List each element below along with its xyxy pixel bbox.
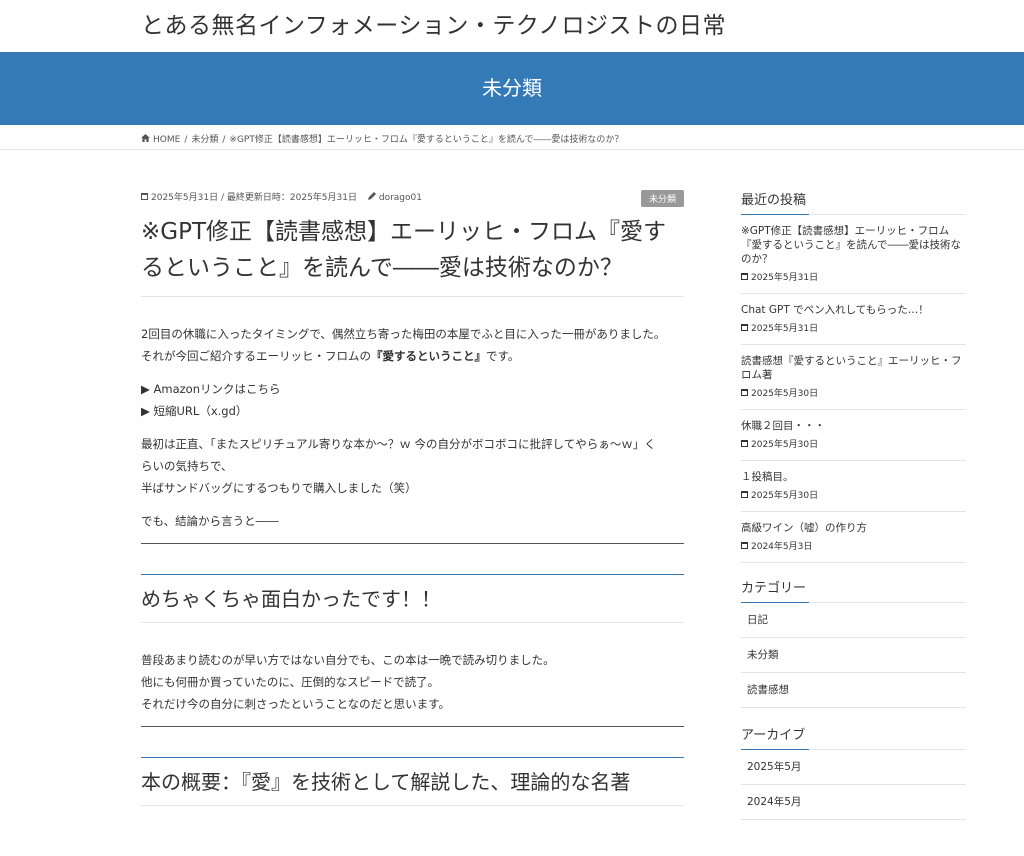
divider	[141, 726, 684, 727]
recent-post-title[interactable]: 休職２回目・・・	[741, 419, 966, 433]
amazon-link[interactable]: ▶ Amazonリンクはこちら	[141, 382, 280, 396]
section-heading: めちゃくちゃ面白かったです！！	[141, 574, 684, 623]
breadcrumb-home[interactable]: HOME	[153, 135, 180, 145]
recent-post-title[interactable]: Chat GPT でペン入れしてもらった…！	[741, 303, 966, 317]
recent-post-item[interactable]: ※GPT修正【読書感想】エーリッヒ・フロム『愛するということ』を読んで――愛は技…	[741, 215, 966, 294]
archives-list: 2025年5月 2024年5月	[741, 750, 966, 820]
archive-item[interactable]: 2024年5月	[741, 785, 966, 820]
recent-post-date: 2025年5月30日	[751, 389, 819, 399]
calendar-icon	[741, 541, 748, 551]
entry-title: ※GPT修正【読書感想】エーリッヒ・フロム『愛するということ』を読んで――愛は技…	[141, 214, 684, 297]
calendar-icon	[741, 388, 748, 398]
recent-post-item[interactable]: 高級ワイン（嘘）の作り方 2024年5月3日	[741, 512, 966, 563]
home-icon	[141, 134, 150, 144]
updated-date: 2025年5月31日	[289, 193, 357, 203]
recent-post-date: 2025年5月31日	[751, 324, 819, 334]
divider	[141, 543, 684, 544]
recent-post-title[interactable]: ※GPT修正【読書感想】エーリッヒ・フロム『愛するということ』を読んで――愛は技…	[741, 224, 966, 266]
recent-post-title[interactable]: １投稿目。	[741, 470, 966, 484]
paragraph: でも、結論から言うと――	[141, 514, 279, 528]
calendar-icon	[741, 439, 748, 449]
recent-post-date: 2025年5月30日	[751, 440, 819, 450]
archive-item[interactable]: 2025年5月	[741, 750, 966, 785]
category-item[interactable]: 日記	[741, 603, 966, 638]
breadcrumb-current: ※GPT修正【読書感想】エーリッヒ・フロム『愛するということ』を読んで――愛は技…	[229, 135, 624, 145]
category-item[interactable]: 読書感想	[741, 673, 966, 708]
paragraph: 最初は正直、「またスピリチュアル寄りな本か～？ｗ 今の自分がボコボコに批評してや…	[141, 437, 656, 495]
section-heading: 本の概要：『愛』を技術として解説した、理論的な名著	[141, 757, 684, 806]
breadcrumb: HOME / 未分類 / ※GPT修正【読書感想】エーリッヒ・フロム『愛するということ』…	[0, 125, 1024, 150]
book-title: 『愛するということ』	[371, 349, 486, 363]
recent-post-date: 2024年5月3日	[751, 542, 813, 552]
main-content: 2025年5月31日 / 最終更新日時：2025年5月31日 dorago01 …	[141, 190, 684, 832]
categories-list: 日記 未分類 読書感想	[741, 603, 966, 708]
category-badge[interactable]: 未分類	[640, 190, 684, 207]
calendar-icon	[141, 192, 148, 202]
sidebar: 最近の投稿 ※GPT修正【読書感想】エーリッヒ・フロム『愛するということ』を読ん…	[741, 189, 966, 836]
recent-post-title[interactable]: 読書感想『愛するということ』エーリッヒ・フロム著	[741, 354, 966, 382]
recent-post-date: 2025年5月30日	[751, 491, 819, 501]
breadcrumb-category[interactable]: 未分類	[191, 135, 218, 145]
recent-post-item[interactable]: Chat GPT でペン入れしてもらった…！ 2025年5月31日	[741, 294, 966, 345]
recent-post-item[interactable]: 休職２回目・・・ 2025年5月30日	[741, 410, 966, 461]
entry-body: 2回目の休職に入ったタイミングで、偶然立ち寄った梅田の本屋でふと目に入った一冊が…	[141, 323, 684, 806]
site-header: とある無名インフォメーション・テクノロジストの日常	[0, 0, 1024, 52]
link-list: ▶ Amazonリンクはこちら ▶ 短縮URL（x.gd）	[141, 378, 684, 422]
site-title[interactable]: とある無名インフォメーション・テクノロジストの日常	[141, 6, 726, 40]
published-date: 2025年5月31日	[151, 193, 219, 203]
page-banner: 未分類	[0, 52, 1024, 125]
calendar-icon	[741, 323, 748, 333]
category-item[interactable]: 未分類	[741, 638, 966, 673]
categories-title: カテゴリー	[741, 577, 966, 603]
recent-post-item[interactable]: １投稿目。 2025年5月30日	[741, 461, 966, 512]
banner-title: 未分類	[482, 76, 542, 100]
archives-title: アーカイブ	[741, 724, 966, 750]
author-link[interactable]: dorago01	[379, 193, 422, 203]
recent-post-item[interactable]: 読書感想『愛するということ』エーリッヒ・フロム著 2025年5月30日	[741, 345, 966, 410]
entry-meta: 2025年5月31日 / 最終更新日時：2025年5月31日 dorago01 …	[141, 190, 684, 207]
recent-posts-list: ※GPT修正【読書感想】エーリッヒ・フロム『愛するということ』を読んで――愛は技…	[741, 215, 966, 563]
updated-label: 最終更新日時：	[226, 193, 290, 203]
recent-post-title[interactable]: 高級ワイン（嘘）の作り方	[741, 521, 966, 535]
recent-posts-title: 最近の投稿	[741, 189, 966, 215]
paragraph: 普段あまり読むのが早い方ではない自分でも、この本は一晩で読み切りました。 他にも…	[141, 653, 555, 711]
calendar-icon	[741, 490, 748, 500]
short-url-link[interactable]: ▶ 短縮URL（x.gd）	[141, 404, 247, 418]
paragraph: 2回目の休職に入ったタイミングで、偶然立ち寄った梅田の本屋でふと目に入った一冊が…	[141, 327, 666, 363]
calendar-icon	[741, 272, 748, 282]
recent-post-date: 2025年5月31日	[751, 273, 819, 283]
pencil-icon	[367, 192, 376, 202]
